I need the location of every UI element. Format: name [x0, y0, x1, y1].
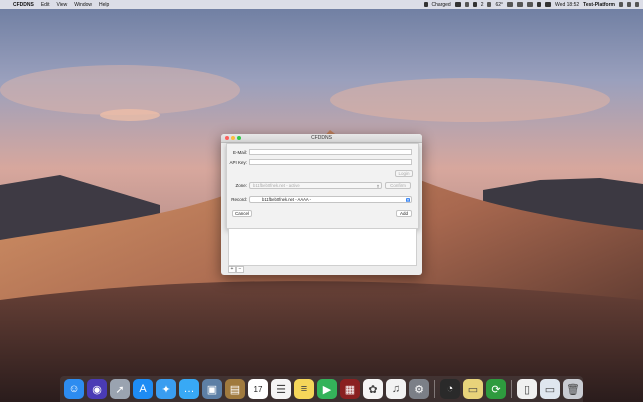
stickies-icon[interactable]: ▭	[463, 379, 483, 399]
volume-icon[interactable]	[527, 2, 534, 7]
notes-icon[interactable]: ≡	[294, 379, 314, 399]
screenshot-icon[interactable]: ▭	[540, 379, 560, 399]
messages-icon[interactable]: …	[179, 379, 199, 399]
photo-booth-icon[interactable]: ▦	[340, 379, 360, 399]
dock-separator	[434, 380, 435, 398]
email-label: E-Mail:	[232, 149, 247, 155]
confirm-button[interactable]: Confirm	[385, 182, 411, 189]
temperature-readout[interactable]: 62°	[495, 2, 503, 8]
remove-record-button[interactable]: −	[236, 266, 244, 273]
battery-icon[interactable]	[545, 2, 552, 7]
window-controls	[225, 136, 241, 140]
zone-popup[interactable]: b11fbeb0fnek.net - active ▴ ▾	[249, 182, 382, 189]
menu-view[interactable]: View	[56, 2, 67, 8]
record-label: Record:	[231, 197, 247, 202]
add-record-sheet: E-Mail: API Key: Login Zone: b11fbeb0fne…	[226, 143, 419, 229]
cfddns-window: CFDDNS E-Mail: API Key: Login Zone: b11f…	[221, 134, 422, 275]
apikey-field[interactable]	[249, 159, 412, 165]
itunes-icon[interactable]: ♫	[386, 379, 406, 399]
login-button[interactable]: Login	[395, 170, 413, 177]
photos-icon[interactable]: ✿	[363, 379, 383, 399]
window-titlebar[interactable]: CFDDNS	[221, 134, 422, 143]
dock-separator	[511, 380, 512, 398]
list-controls: + −	[228, 266, 244, 273]
siri-icon[interactable]: ◉	[87, 379, 107, 399]
email-field[interactable]	[249, 149, 412, 155]
airplay-icon[interactable]	[517, 2, 524, 7]
activity-icon[interactable]	[472, 2, 477, 7]
facetime-icon[interactable]: ▶	[317, 379, 337, 399]
notification-center-icon[interactable]	[635, 2, 639, 7]
flag-icon[interactable]	[537, 2, 542, 7]
cancel-button[interactable]: Cancel	[232, 210, 252, 217]
cfddns-icon[interactable]: ⟳	[486, 379, 506, 399]
record-value: b11fbeb0fnek.net - AAAA -	[262, 197, 312, 202]
zone-value: b11fbeb0fnek.net - active	[253, 183, 300, 188]
spotlight-icon[interactable]	[619, 2, 623, 7]
dock: ☺ ◉ ➚ A ✦… ▣ ▤ 17 ☰ ≡ ▶ ▦ ✿ ♫ ⚙ ◔ ▭ ⟳ ▯ ▭ 🗑	[60, 376, 583, 402]
app-menu[interactable]: CFDDNS	[13, 2, 34, 8]
close-button[interactable]	[225, 136, 229, 140]
document-icon[interactable]: ▯	[517, 379, 537, 399]
record-popup[interactable]: b11fbeb0fnek.net - AAAA - ▴ ▾	[249, 196, 412, 203]
apikey-label: API Key:	[229, 159, 247, 165]
window-title: CFDDNS	[311, 135, 332, 141]
zoom-button[interactable]	[237, 136, 241, 140]
cpu-icon[interactable]	[487, 2, 492, 7]
display-icon[interactable]	[454, 2, 461, 7]
add-button[interactable]: Add	[396, 210, 412, 217]
launchpad-icon[interactable]: ➚	[110, 379, 130, 399]
status-indicator[interactable]: 2	[481, 2, 484, 8]
user-menu[interactable]: Test-Platform	[583, 2, 615, 8]
menu-edit[interactable]: Edit	[41, 2, 50, 8]
wifi-icon[interactable]	[507, 2, 514, 7]
finder-icon[interactable]: ☺	[64, 379, 84, 399]
reminders-icon[interactable]: ☰	[271, 379, 291, 399]
app-store-icon[interactable]: A	[133, 379, 153, 399]
istat-icon[interactable]: ◔	[440, 379, 460, 399]
preview-icon[interactable]: ▣	[202, 379, 222, 399]
menu-bar: CFDDNS Edit View Window Help Charged 2 6…	[0, 0, 643, 9]
calendar-icon[interactable]: 17	[248, 379, 268, 399]
safari-icon[interactable]: ✦	[156, 379, 176, 399]
battery-status-icon[interactable]	[423, 2, 428, 7]
menu-window[interactable]: Window	[74, 2, 92, 8]
zone-label: Zone:	[235, 183, 247, 188]
trash-icon[interactable]: 🗑	[563, 379, 583, 399]
battery-label[interactable]: Charged	[432, 2, 451, 8]
notebook-icon[interactable]: ▤	[225, 379, 245, 399]
menu-help[interactable]: Help	[99, 2, 109, 8]
clock[interactable]: Wed 18:52	[555, 2, 579, 8]
add-record-button[interactable]: +	[228, 266, 236, 273]
popup-arrows-icon: ▴ ▾	[406, 197, 410, 203]
popup-arrows-icon: ▴ ▾	[377, 183, 379, 189]
monitor-icon[interactable]	[464, 2, 469, 7]
siri-menubar-icon[interactable]	[627, 2, 631, 7]
system-preferences-icon[interactable]: ⚙	[409, 379, 429, 399]
minimize-button[interactable]	[231, 136, 235, 140]
records-list[interactable]	[228, 228, 417, 266]
